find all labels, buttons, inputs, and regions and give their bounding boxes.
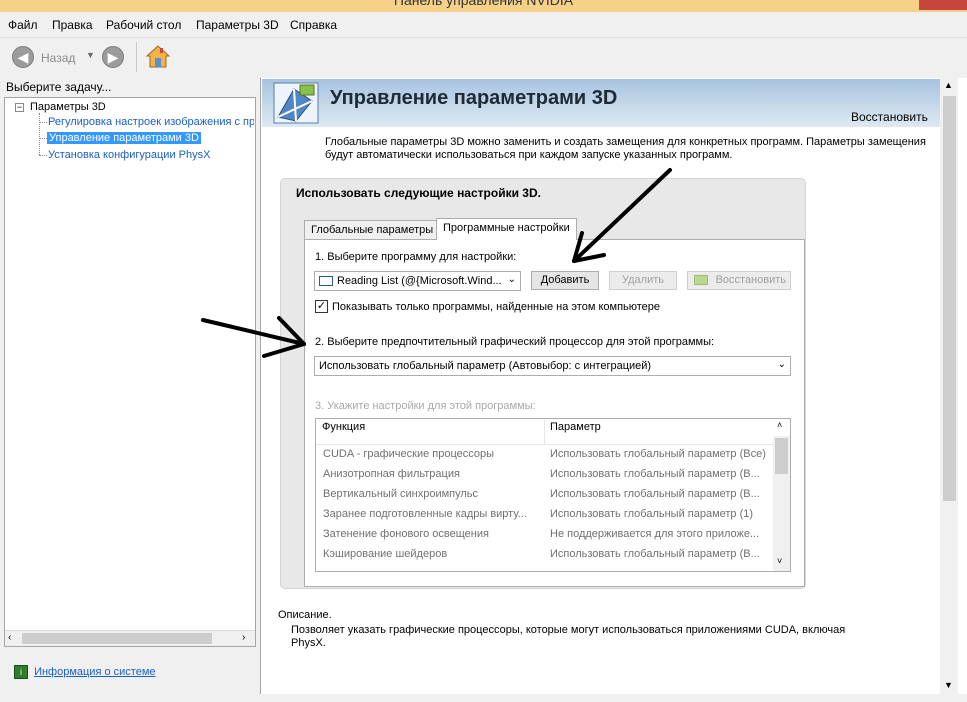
table-cell-function[interactable]: Затенение фонового освещения <box>323 528 489 540</box>
restore-defaults-link[interactable]: Восстановить <box>851 110 928 124</box>
forward-icon[interactable]: ▶ <box>102 46 124 68</box>
toolbar: ◀ Назад ▼ ▶ <box>0 37 967 77</box>
home-icon[interactable] <box>145 44 171 70</box>
nvidia-logo-icon <box>694 275 708 285</box>
menu-bar: Файл Правка Рабочий стол Параметры 3D Сп… <box>0 14 967 36</box>
tree-connector <box>39 113 40 155</box>
intro-text: Глобальные параметры 3D можно заменить и… <box>325 136 926 161</box>
table-cell-function[interactable]: Заранее подготовленные кадры вирту... <box>323 508 527 520</box>
restore-button-label: Восстановить <box>715 274 786 286</box>
table-cell-parameter[interactable]: Использовать глобальный параметр (1) <box>550 508 753 520</box>
scrollbar-thumb[interactable] <box>22 633 212 644</box>
back-icon[interactable]: ◀ <box>12 46 34 68</box>
scroll-down-icon[interactable]: ▼ <box>944 680 953 690</box>
page-title: Управление параметрами 3D <box>330 87 618 109</box>
scroll-up-icon[interactable]: ▲ <box>944 80 953 90</box>
menu-3d-settings[interactable]: Параметры 3D <box>196 18 279 32</box>
tree-connector <box>39 155 47 156</box>
scroll-left-icon[interactable]: ‹ <box>8 632 11 643</box>
task-header: Выберите задачу... <box>0 78 258 97</box>
program-select[interactable]: Reading List (@{Microsoft.Wind... ⌄ <box>314 271 521 291</box>
settings-group-title: Использовать следующие настройки 3D. <box>296 186 541 200</box>
title-bar: Панель управления NVIDIA <box>0 0 967 12</box>
gpu-select-value: Использовать глобальный параметр (Автовы… <box>319 360 652 372</box>
tree-connector <box>39 138 47 139</box>
table-cell-parameter[interactable]: Использовать глобальный параметр (Все) <box>550 448 766 460</box>
program-select-value: Reading List (@{Microsoft.Wind... <box>337 275 502 287</box>
chevron-down-icon: ⌄ <box>507 274 516 285</box>
menu-desktop[interactable]: Рабочий стол <box>106 18 181 32</box>
tree-collapse-icon[interactable]: − <box>15 103 24 112</box>
table-cell-parameter[interactable]: Использовать глобальный параметр (В... <box>550 548 760 560</box>
table-cell-function[interactable]: Кэширование шейдеров <box>323 548 447 560</box>
table-cell-function[interactable]: Вертикальный синхроимпульс <box>323 488 478 500</box>
program-icon <box>319 276 333 287</box>
column-header-function[interactable]: Функция <box>322 421 365 433</box>
table-cell-parameter[interactable]: Не поддерживается для этого приложе... <box>550 528 759 540</box>
show-only-checkbox[interactable]: ✓ <box>315 300 328 313</box>
scrollbar-thumb[interactable] <box>775 438 788 474</box>
description-text: Позволяет указать графические процессоры… <box>291 624 846 649</box>
scroll-up-icon[interactable]: ˄ <box>777 420 782 430</box>
close-button[interactable] <box>919 0 967 10</box>
table-cell-parameter[interactable]: Использовать глобальный параметр (В... <box>550 488 760 500</box>
table-cell-function[interactable]: Анизотропная фильтрация <box>323 468 460 480</box>
table-cell-function[interactable]: CUDA - графические процессоры <box>323 448 494 460</box>
table-cell-parameter[interactable]: Использовать глобальный параметр (В... <box>550 468 760 480</box>
system-info-link-wrap[interactable]: i Информация о системе <box>14 665 156 679</box>
tree-item-physx[interactable]: Установка конфигурации PhysX <box>48 149 210 161</box>
system-info-link[interactable]: Информация о системе <box>34 666 155 678</box>
gpu-select[interactable]: Использовать глобальный параметр (Автовы… <box>314 356 791 376</box>
tab-global-settings[interactable]: Глобальные параметры <box>304 220 441 240</box>
tree-connector <box>39 122 47 123</box>
column-divider <box>544 420 545 444</box>
menu-help[interactable]: Справка <box>290 18 337 32</box>
history-dropdown-icon[interactable]: ▼ <box>86 50 95 60</box>
add-button[interactable]: Добавить <box>531 271 599 290</box>
table-header-divider <box>316 444 773 445</box>
scrollbar-thumb[interactable] <box>943 96 956 501</box>
menu-file[interactable]: Файл <box>8 18 38 32</box>
remove-button[interactable]: Удалить <box>609 271 677 290</box>
step2-label: 2. Выберите предпочтительный графический… <box>315 336 715 348</box>
scroll-down-icon[interactable]: ˅ <box>777 556 782 566</box>
show-only-label: Показывать только программы, найденные н… <box>332 301 661 313</box>
scroll-right-icon[interactable]: › <box>242 632 245 643</box>
tree-item-manage-3d[interactable]: Управление параметрами 3D <box>47 132 201 144</box>
description-label: Описание. <box>278 609 332 621</box>
toolbar-divider <box>136 42 137 72</box>
step3-label: 3. Укажите настройки для этой программы: <box>315 400 536 412</box>
nvidia-3d-icon <box>273 82 319 124</box>
column-header-parameter[interactable]: Параметр <box>550 421 601 433</box>
menu-edit[interactable]: Правка <box>52 18 93 32</box>
task-tree <box>4 97 256 647</box>
tree-root-3d-settings[interactable]: Параметры 3D <box>30 101 106 113</box>
restore-button[interactable]: Восстановить <box>687 271 791 290</box>
tab-program-settings[interactable]: Программные настройки <box>436 218 577 240</box>
window-title: Панель управления NVIDIA <box>393 0 574 8</box>
system-info-icon: i <box>14 665 28 679</box>
back-label[interactable]: Назад <box>41 51 75 65</box>
step1-label: 1. Выберите программу для настройки: <box>315 251 517 263</box>
chevron-down-icon: ⌄ <box>777 359 786 370</box>
tree-item-image-settings[interactable]: Регулировка настроек изображения с пр <box>48 116 254 128</box>
